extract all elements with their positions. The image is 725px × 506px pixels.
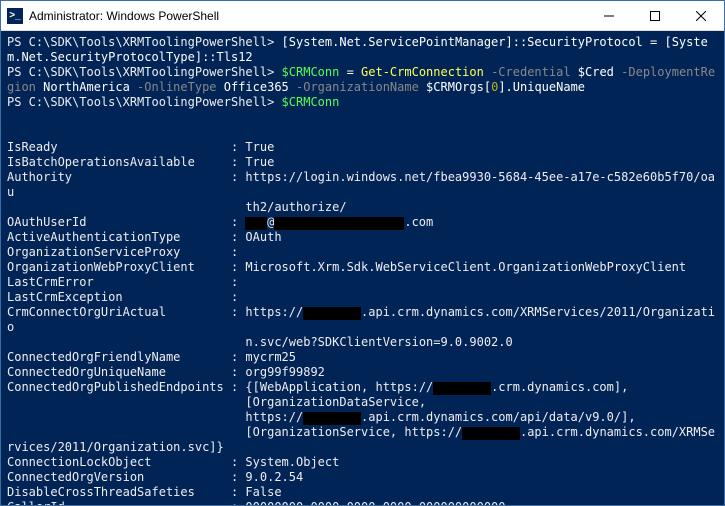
- powershell-icon: >_: [7, 8, 23, 24]
- window-title: Administrator: Windows PowerShell: [29, 9, 219, 23]
- maximize-button[interactable]: [632, 1, 678, 30]
- terminal-output[interactable]: PS C:\SDK\Tools\XRMToolingPowerShell> [S…: [1, 31, 724, 505]
- powershell-window: >_ Administrator: Windows PowerShell PS …: [0, 0, 725, 506]
- minimize-button[interactable]: [586, 1, 632, 30]
- titlebar[interactable]: >_ Administrator: Windows PowerShell: [1, 1, 724, 31]
- window-controls: [586, 1, 724, 30]
- close-button[interactable]: [678, 1, 724, 30]
